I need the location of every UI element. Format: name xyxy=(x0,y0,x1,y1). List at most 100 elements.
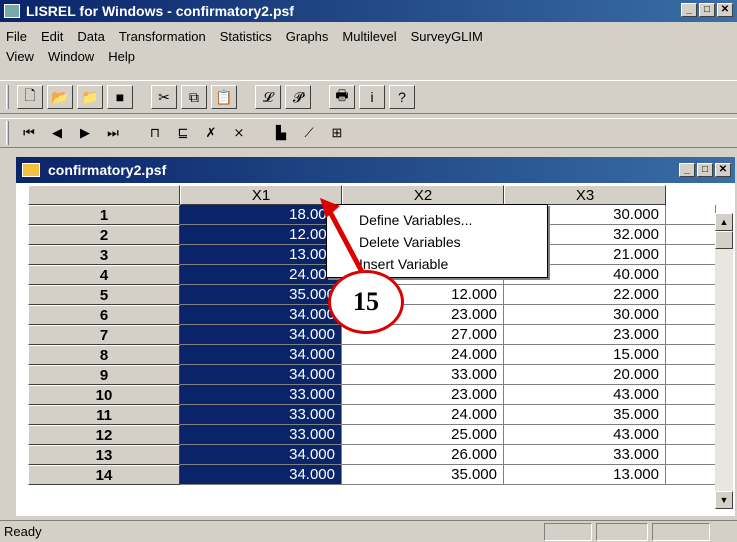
cell-x1[interactable]: 34.000 xyxy=(180,325,342,345)
vertical-scrollbar[interactable]: ▲ ▼ xyxy=(715,213,733,509)
menu-transformation[interactable]: Transformation xyxy=(119,29,206,44)
cell-x3[interactable]: 20.000 xyxy=(504,365,666,385)
toolbar-grip[interactable] xyxy=(6,85,9,109)
empty-cell[interactable] xyxy=(666,385,716,405)
empty-cell[interactable] xyxy=(666,425,716,445)
insert-case-icon[interactable]: ⊑ xyxy=(171,122,195,144)
paste-icon[interactable]: 📋 xyxy=(211,85,237,109)
cell-x3[interactable]: 15.000 xyxy=(504,345,666,365)
empty-cell[interactable] xyxy=(666,465,716,485)
cell-x3[interactable]: 30.000 xyxy=(504,305,666,325)
cell-x1[interactable]: 34.000 xyxy=(180,445,342,465)
row-header[interactable]: 1 xyxy=(28,205,180,225)
cell-x3[interactable]: 13.000 xyxy=(504,465,666,485)
cell-x1[interactable]: 34.000 xyxy=(180,305,342,325)
scatter-plot-icon[interactable]: ⟋ xyxy=(297,122,321,144)
row-header[interactable]: 11 xyxy=(28,405,180,425)
delete-variables-menu-item[interactable]: Delete Variables xyxy=(327,231,547,253)
cell-x1[interactable]: 34.000 xyxy=(180,365,342,385)
cell-x1[interactable]: 34.000 xyxy=(180,345,342,365)
cell-x3[interactable]: 35.000 xyxy=(504,405,666,425)
empty-cell[interactable] xyxy=(666,285,716,305)
row-header[interactable]: 13 xyxy=(28,445,180,465)
close-button[interactable]: ✕ xyxy=(717,3,733,17)
cell-x2[interactable]: 26.000 xyxy=(342,445,504,465)
row-header[interactable]: 14 xyxy=(28,465,180,485)
cell-x3[interactable]: 22.000 xyxy=(504,285,666,305)
cell-x3[interactable]: 43.000 xyxy=(504,385,666,405)
column-header-x3[interactable]: X3 xyxy=(504,185,666,205)
cell-x1[interactable]: 18.000 xyxy=(180,205,342,225)
first-record-icon[interactable]: ⏮ xyxy=(17,122,41,144)
scroll-up-icon[interactable]: ▲ xyxy=(715,213,733,231)
copy-icon[interactable]: ⧉ xyxy=(181,85,207,109)
cell-x1[interactable]: 35.000 xyxy=(180,285,342,305)
row-header[interactable]: 4 xyxy=(28,265,180,285)
bar-chart-icon[interactable]: ▙ xyxy=(269,122,293,144)
menu-edit[interactable]: Edit xyxy=(41,29,63,44)
save-icon[interactable]: ■ xyxy=(107,85,133,109)
empty-cell[interactable] xyxy=(666,325,716,345)
maximize-button[interactable]: □ xyxy=(699,3,715,17)
cell-x2[interactable]: 24.000 xyxy=(342,405,504,425)
row-header[interactable]: 3 xyxy=(28,245,180,265)
row-header[interactable]: 8 xyxy=(28,345,180,365)
cell-x1[interactable]: 13.000 xyxy=(180,245,342,265)
info-icon[interactable]: i xyxy=(359,85,385,109)
empty-cell[interactable] xyxy=(666,265,716,285)
empty-cell[interactable] xyxy=(666,345,716,365)
cell-x1[interactable]: 34.000 xyxy=(180,465,342,485)
cell-x1[interactable]: 24.000 xyxy=(180,265,342,285)
cell-x2[interactable]: 33.000 xyxy=(342,365,504,385)
empty-cell[interactable] xyxy=(666,225,716,245)
cell-x2[interactable]: 25.000 xyxy=(342,425,504,445)
grid-corner[interactable] xyxy=(28,185,180,205)
menu-statistics[interactable]: Statistics xyxy=(220,29,272,44)
menu-window[interactable]: Window xyxy=(48,49,94,64)
menu-view[interactable]: View xyxy=(6,49,34,64)
open-project-icon[interactable]: 📁 xyxy=(77,85,103,109)
last-record-icon[interactable]: ⏭ xyxy=(101,122,125,144)
row-header[interactable]: 6 xyxy=(28,305,180,325)
delete-case-icon[interactable]: ⨯ xyxy=(227,122,251,144)
cell-x3[interactable]: 23.000 xyxy=(504,325,666,345)
empty-cell[interactable] xyxy=(666,305,716,325)
menu-help[interactable]: Help xyxy=(108,49,135,64)
help-icon[interactable]: ? xyxy=(389,85,415,109)
cell-x1[interactable]: 33.000 xyxy=(180,425,342,445)
empty-cell[interactable] xyxy=(666,405,716,425)
column-header-x1[interactable]: X1 xyxy=(180,185,342,205)
row-header[interactable]: 10 xyxy=(28,385,180,405)
cell-x1[interactable]: 12.000 xyxy=(180,225,342,245)
matrix-plot-icon[interactable]: ⊞ xyxy=(325,122,349,144)
empty-cell[interactable] xyxy=(666,205,716,225)
menu-multilevel[interactable]: Multilevel xyxy=(342,29,396,44)
next-record-icon[interactable]: ▶ xyxy=(73,122,97,144)
column-header-x2[interactable]: X2 xyxy=(342,185,504,205)
empty-cell[interactable] xyxy=(666,445,716,465)
define-variables-menu-item[interactable]: Define Variables... xyxy=(327,209,547,231)
menu-graphs[interactable]: Graphs xyxy=(286,29,329,44)
row-header[interactable]: 7 xyxy=(28,325,180,345)
new-file-icon[interactable]: 🗋 xyxy=(17,85,43,109)
empty-cell[interactable] xyxy=(666,365,716,385)
row-header[interactable]: 12 xyxy=(28,425,180,445)
toolbar-grip[interactable] xyxy=(6,121,9,145)
menu-file[interactable]: File xyxy=(6,29,27,44)
run-lisrel-icon[interactable]: 𝓛 xyxy=(255,85,281,109)
child-minimize-button[interactable]: _ xyxy=(679,163,695,177)
menu-surveyglim[interactable]: SurveyGLIM xyxy=(411,29,483,44)
cell-x1[interactable]: 33.000 xyxy=(180,405,342,425)
previous-record-icon[interactable]: ◀ xyxy=(45,122,69,144)
child-maximize-button[interactable]: □ xyxy=(697,163,713,177)
row-header[interactable]: 5 xyxy=(28,285,180,305)
minimize-button[interactable]: _ xyxy=(681,3,697,17)
print-icon[interactable]: 🖶 xyxy=(329,85,355,109)
run-prelis-icon[interactable]: 𝓟 xyxy=(285,85,311,109)
cell-x2[interactable]: 23.000 xyxy=(342,385,504,405)
menu-data[interactable]: Data xyxy=(77,29,104,44)
child-close-button[interactable]: ✕ xyxy=(715,163,731,177)
row-header[interactable]: 9 xyxy=(28,365,180,385)
row-header[interactable]: 2 xyxy=(28,225,180,245)
cut-icon[interactable]: ✂ xyxy=(151,85,177,109)
